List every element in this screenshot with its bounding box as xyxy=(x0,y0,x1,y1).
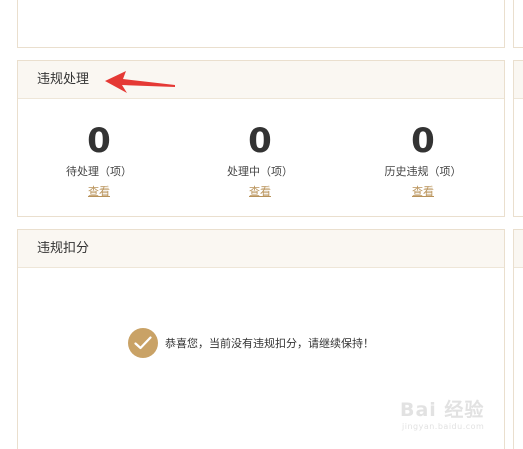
violation-panel: 违规处理 0 待处理（项） 查看 0 处理中（项） 查看 0 历史违规（项） 查… xyxy=(17,60,505,217)
deduction-panel-title: 违规扣分 xyxy=(18,230,504,268)
violation-stats: 0 待处理（项） 查看 0 处理中（项） 查看 0 历史违规（项） 查看 xyxy=(18,99,504,216)
top-panel xyxy=(17,0,505,48)
stat-pending-view-link[interactable]: 查看 xyxy=(88,185,110,199)
violation-panel-title: 违规处理 xyxy=(18,61,504,99)
stat-history: 0 历史违规（项） 查看 xyxy=(343,99,503,199)
no-deduction-notice: 恭喜您，当前没有违规扣分，请继续保持！ xyxy=(128,328,374,358)
side-panel-bottom xyxy=(513,229,523,449)
side-panel-mid xyxy=(513,60,523,217)
stat-history-view-link[interactable]: 查看 xyxy=(412,185,434,199)
stat-processing-value: 0 xyxy=(248,121,272,161)
check-circle-icon xyxy=(128,328,158,358)
stat-processing: 0 处理中（项） 查看 xyxy=(180,99,340,199)
no-deduction-message: 恭喜您，当前没有违规扣分，请继续保持！ xyxy=(165,337,374,350)
stat-pending-label: 待处理（项） xyxy=(66,165,132,178)
side-panel-top xyxy=(513,0,523,48)
stat-pending: 0 待处理（项） 查看 xyxy=(19,99,179,199)
red-arrow-icon xyxy=(105,71,175,93)
stat-processing-label: 处理中（项） xyxy=(227,165,293,178)
stat-processing-view-link[interactable]: 查看 xyxy=(249,185,271,199)
stat-history-value: 0 xyxy=(411,121,435,161)
stat-pending-value: 0 xyxy=(87,121,111,161)
page: 违规处理 0 待处理（项） 查看 0 处理中（项） 查看 0 历史违规（项） 查… xyxy=(0,0,523,449)
watermark-url: jingyan.baidu.com xyxy=(402,422,485,431)
stat-history-label: 历史违规（项） xyxy=(384,165,462,178)
watermark-logo: Bai 经验 xyxy=(400,399,485,421)
baidu-watermark: Bai 经验 jingyan.baidu.com xyxy=(400,398,510,438)
